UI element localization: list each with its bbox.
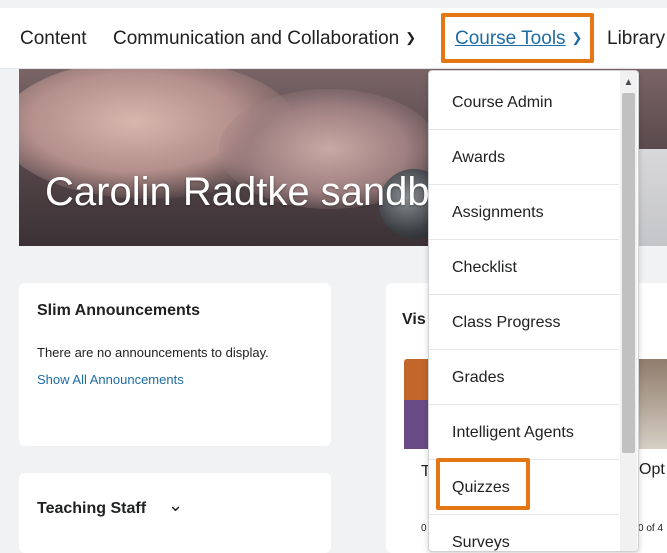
course-tile-progress: 0 [421, 523, 427, 534]
menu-item-awards[interactable]: Awards [429, 131, 619, 185]
menu-item-class-progress[interactable]: Class Progress [429, 296, 619, 350]
menu-item-surveys[interactable]: Surveys [429, 516, 619, 551]
announcements-title: Slim Announcements [37, 302, 200, 319]
course-tile-image[interactable] [636, 359, 667, 449]
highlight-course-tools [441, 13, 594, 63]
course-tile-title[interactable]: Opt [639, 461, 665, 479]
nav-communication-label: Communication and Collaboration [113, 28, 400, 49]
chevron-down-icon[interactable]: ⌄ [168, 495, 183, 516]
chevron-down-icon: ❯ [405, 30, 417, 45]
menu-item-intelligent-agents[interactable]: Intelligent Agents [429, 406, 619, 460]
course-tile-image-band [404, 400, 430, 449]
nav-communication-collaboration[interactable]: Communication and Collaboration ❯ [113, 28, 416, 50]
menu-item-course-admin[interactable]: Course Admin [429, 76, 619, 130]
teaching-staff-title: Teaching Staff [37, 500, 147, 517]
nav-content[interactable]: Content [20, 28, 87, 50]
menu-item-grades[interactable]: Grades [429, 351, 619, 405]
scroll-up-icon[interactable]: ▲ [620, 77, 637, 88]
menu-item-checklist[interactable]: Checklist [429, 241, 619, 295]
teaching-staff-widget: Teaching Staff ⌄ [19, 473, 331, 553]
menu-item-assignments[interactable]: Assignments [429, 186, 619, 240]
announcements-widget: Slim Announcements There are no announce… [19, 283, 331, 446]
menu-scrollbar-thumb[interactable] [622, 93, 635, 453]
announcements-empty-text: There are no announcements to display. [37, 345, 269, 360]
nav-library[interactable]: Library [607, 28, 665, 50]
top-strip [0, 0, 667, 8]
course-title: Carolin Radtke sandbox [45, 170, 472, 214]
highlight-quizzes [436, 458, 530, 510]
visible-widget-title: Vis [402, 311, 426, 328]
course-tile-progress: 0 of 4 [638, 523, 664, 534]
show-all-announcements-link[interactable]: Show All Announcements [37, 372, 184, 387]
